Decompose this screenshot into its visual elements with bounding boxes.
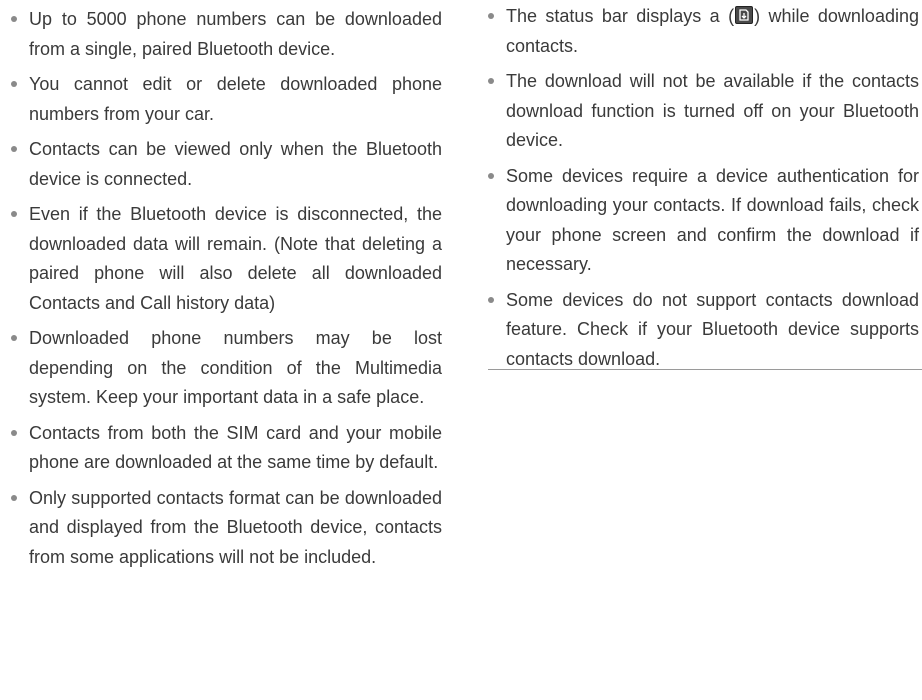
list-item-text: Downloaded phone numbers may be lost dep… (29, 328, 442, 407)
left-bullet-list: Up to 5000 phone numbers can be download… (10, 0, 442, 578)
bullet-icon (11, 146, 17, 152)
list-item: Contacts can be viewed only when the Blu… (10, 135, 442, 194)
list-item-text: Up to 5000 phone numbers can be download… (29, 9, 442, 59)
list-item: Downloaded phone numbers may be lost dep… (10, 324, 442, 413)
bullet-icon (11, 81, 17, 87)
list-item: Contacts from both the SIM card and your… (10, 419, 442, 478)
list-item: Some devices require a device authentica… (487, 162, 919, 280)
list-item: Only supported contacts format can be do… (10, 484, 442, 573)
list-item: The download will not be available if th… (487, 67, 919, 156)
list-item-text: Some devices do not support contacts dow… (506, 289, 919, 369)
list-item-text: Some devices require a device authentica… (506, 165, 919, 275)
bullet-icon (488, 172, 494, 179)
bullet-icon (11, 211, 17, 217)
list-item-text: Even if the Bluetooth device is disconne… (29, 204, 442, 313)
list-item: Even if the Bluetooth device is disconne… (10, 200, 442, 318)
bullet-icon (488, 78, 494, 84)
list-item: Up to 5000 phone numbers can be download… (10, 5, 442, 64)
list-item-text: You cannot edit or delete downloaded pho… (29, 74, 442, 124)
list-item-text: The download will not be available if th… (506, 71, 919, 150)
list-item-text: Contacts from both the SIM card and your… (29, 422, 442, 473)
list-item-text: Only supported contacts format can be do… (29, 487, 442, 567)
right-bullet-list: The status bar displays a () while downl… (487, 0, 919, 380)
bullet-icon (11, 335, 17, 341)
status-text-before: The status bar displays a ( (506, 6, 735, 26)
bullet-icon (11, 494, 17, 501)
list-item-status: The status bar displays a () while downl… (487, 2, 919, 61)
list-item-text: Contacts can be viewed only when the Blu… (29, 139, 442, 189)
list-item: Some devices do not support contacts dow… (487, 286, 919, 375)
bullet-icon (488, 296, 494, 303)
bullet-icon (11, 16, 17, 22)
bullet-icon (488, 13, 494, 19)
list-item: You cannot edit or delete downloaded pho… (10, 70, 442, 129)
section-divider (488, 369, 922, 370)
contacts-download-status-icon (735, 6, 754, 24)
bullet-icon (11, 429, 17, 436)
